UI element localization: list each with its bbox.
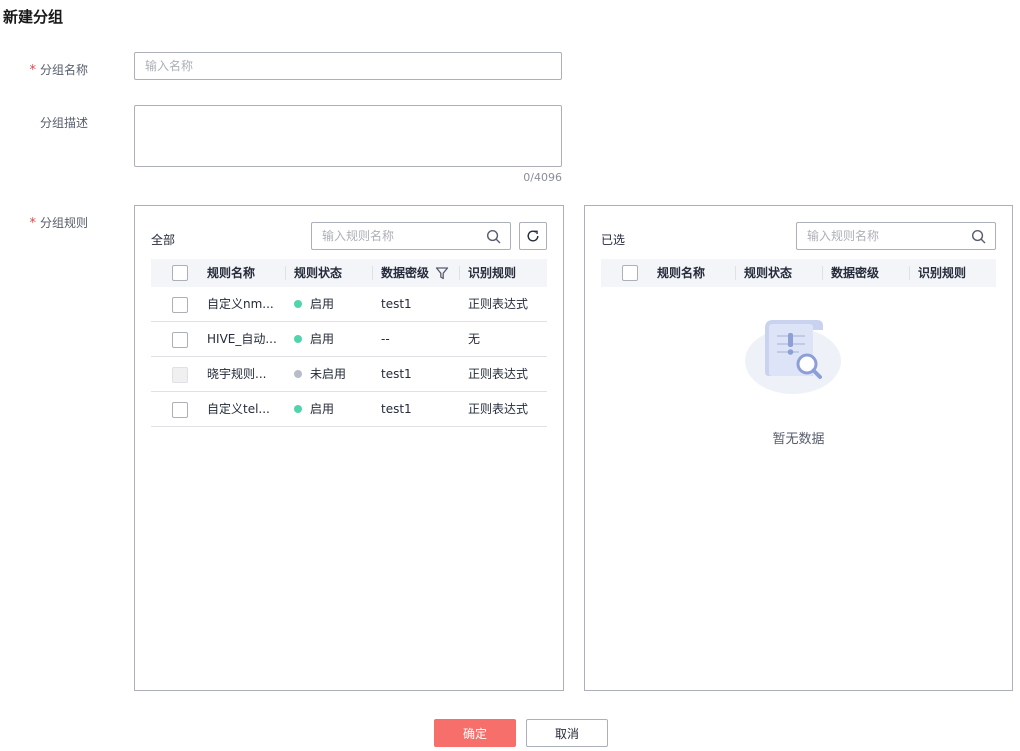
empty-data-icon: [745, 320, 841, 394]
cancel-button[interactable]: 取消: [526, 719, 608, 747]
right-search-input[interactable]: [797, 223, 995, 249]
search-icon[interactable]: [971, 229, 986, 244]
selected-rules-panel: 已选 规则名称 规则状态 数据密级 识别规则 暂无数据: [584, 205, 1013, 691]
group-rules-label-text: 分组规则: [39, 216, 88, 230]
row-checkbox[interactable]: [172, 332, 188, 348]
status-dot: [294, 370, 302, 378]
row-checkbox[interactable]: [172, 297, 188, 313]
left-search-input[interactable]: [312, 223, 510, 249]
group-name-input[interactable]: [134, 52, 562, 80]
column-header: 识别规则: [468, 266, 517, 280]
column-header: 识别规则: [918, 266, 967, 280]
select-all-checkbox[interactable]: [622, 265, 638, 281]
table-row[interactable]: 自定义nm... 启用 test1 正则表达式: [151, 287, 547, 322]
column-header: 规则名称: [657, 266, 706, 280]
rule-status-cell: 启用: [294, 322, 334, 357]
status-dot: [294, 300, 302, 308]
data-level-cell: test1: [381, 297, 412, 311]
data-level-cell: test1: [381, 402, 412, 416]
all-rules-table: 规则名称 规则状态 数据密级 识别规则 自定义nm... 启用 test1 正则…: [151, 259, 547, 429]
data-level-cell: test1: [381, 367, 412, 381]
group-rules-label: * 分组规则: [0, 214, 88, 231]
selected-rules-table: 规则名称 规则状态 数据密级 识别规则: [601, 259, 996, 289]
table-header: 规则名称 规则状态 数据密级 识别规则: [151, 259, 547, 287]
status-dot: [294, 405, 302, 413]
group-desc-label: 分组描述: [0, 114, 88, 131]
filter-icon[interactable]: [435, 266, 449, 280]
column-divider: [822, 266, 823, 280]
table-header: 规则名称 规则状态 数据密级 识别规则: [601, 259, 996, 287]
table-row: 晓宇规则... 未启用 test1 正则表达式: [151, 357, 547, 392]
all-rules-title: 全部: [151, 233, 176, 247]
status-text: 启用: [310, 297, 335, 311]
row-checkbox[interactable]: [172, 402, 188, 418]
status-text: 启用: [310, 332, 335, 346]
page-title: 新建分组: [3, 8, 64, 26]
column-divider: [459, 266, 460, 280]
rule-status-cell: 启用: [294, 392, 334, 427]
table-row[interactable]: HIVE_自动... 启用 -- 无: [151, 322, 547, 357]
status-dot: [294, 335, 302, 343]
desc-char-counter: 0/4096: [523, 171, 562, 184]
column-header: 数据密级: [381, 266, 430, 280]
group-name-label: * 分组名称: [0, 61, 88, 78]
selected-rules-title: 已选: [601, 233, 626, 247]
rule-name-cell: 自定义nm...: [207, 297, 274, 311]
search-icon[interactable]: [486, 229, 501, 244]
group-desc-textarea[interactable]: [134, 105, 562, 167]
column-header: 规则状态: [294, 266, 343, 280]
rule-status-cell: 未启用: [294, 357, 346, 392]
column-divider: [372, 266, 373, 280]
refresh-button[interactable]: [519, 222, 547, 250]
rule-status-cell: 启用: [294, 287, 334, 322]
identify-rule-cell: 正则表达式: [468, 402, 529, 416]
group-desc-label-text: 分组描述: [39, 116, 88, 130]
confirm-button[interactable]: 确定: [434, 719, 516, 747]
all-rules-panel: 全部 规则名称 规则状态 数据密级 识别规则 自定: [134, 205, 564, 691]
identify-rule-cell: 正则表达式: [468, 297, 529, 311]
column-divider: [285, 266, 286, 280]
column-header: 规则状态: [744, 266, 793, 280]
empty-text: 暂无数据: [772, 432, 825, 447]
required-mark: *: [29, 63, 36, 78]
column-header: 数据密级: [831, 266, 880, 280]
column-divider: [735, 266, 736, 280]
rule-name-cell: HIVE_自动...: [207, 332, 277, 346]
column-divider: [909, 266, 910, 280]
identify-rule-cell: 正则表达式: [468, 367, 529, 381]
select-all-checkbox[interactable]: [172, 265, 188, 281]
row-checkbox-disabled: [172, 367, 188, 383]
right-search-box: [796, 222, 996, 250]
required-mark: *: [29, 216, 36, 231]
column-header: 规则名称: [207, 266, 256, 280]
table-row[interactable]: 自定义tel... 启用 test1 正则表达式: [151, 392, 547, 427]
identify-rule-cell: 无: [468, 332, 481, 346]
status-text: 启用: [310, 402, 335, 416]
group-name-label-text: 分组名称: [39, 63, 88, 77]
left-search-box: [311, 222, 511, 250]
refresh-icon: [527, 230, 539, 242]
rule-name-cell: 自定义tel...: [207, 402, 270, 416]
data-level-cell: --: [381, 332, 390, 346]
rule-name-cell: 晓宇规则...: [207, 367, 267, 381]
status-text: 未启用: [310, 367, 347, 381]
